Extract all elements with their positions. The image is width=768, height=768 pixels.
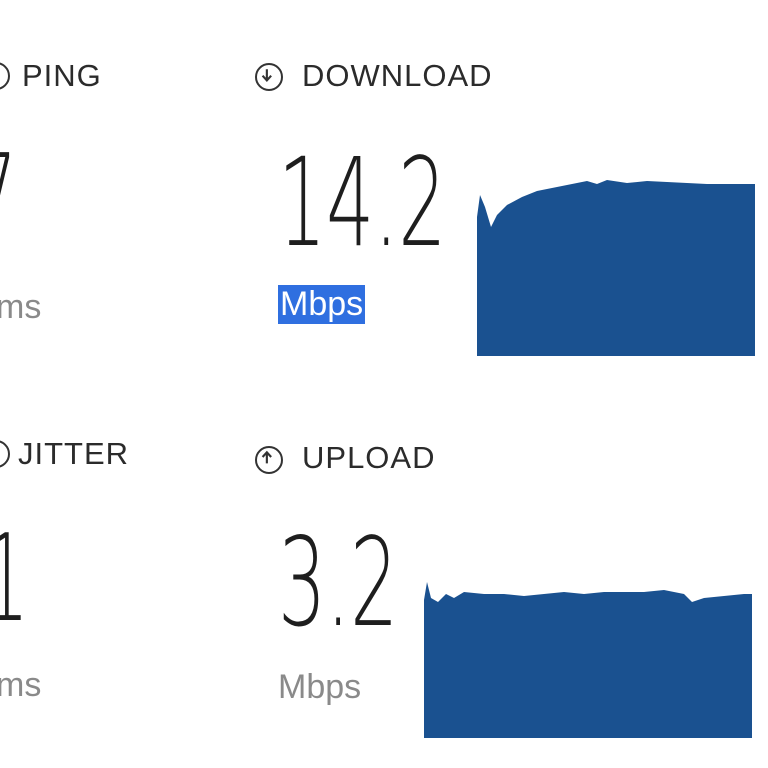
upload-label: UPLOAD (302, 440, 436, 475)
ping-icon (0, 62, 10, 90)
download-unit: Mbps (278, 285, 366, 324)
jitter-unit: ms (0, 666, 42, 704)
download-label: DOWNLOAD (302, 58, 493, 93)
ping-value: 7 (0, 140, 17, 260)
ping-unit: ms (0, 288, 42, 326)
ping-label: PING (22, 58, 102, 93)
upload-unit: Mbps (278, 668, 362, 706)
jitter-icon (0, 440, 10, 468)
download-graph (477, 180, 755, 356)
arrow-down-circle-icon (255, 63, 283, 91)
download-value: 14.2 (278, 132, 447, 274)
arrow-up-circle-icon (255, 446, 283, 474)
jitter-value: 1 (0, 520, 29, 640)
jitter-label: JITTER (18, 436, 130, 471)
upload-graph (424, 582, 752, 738)
upload-value: 3.2 (278, 512, 399, 654)
